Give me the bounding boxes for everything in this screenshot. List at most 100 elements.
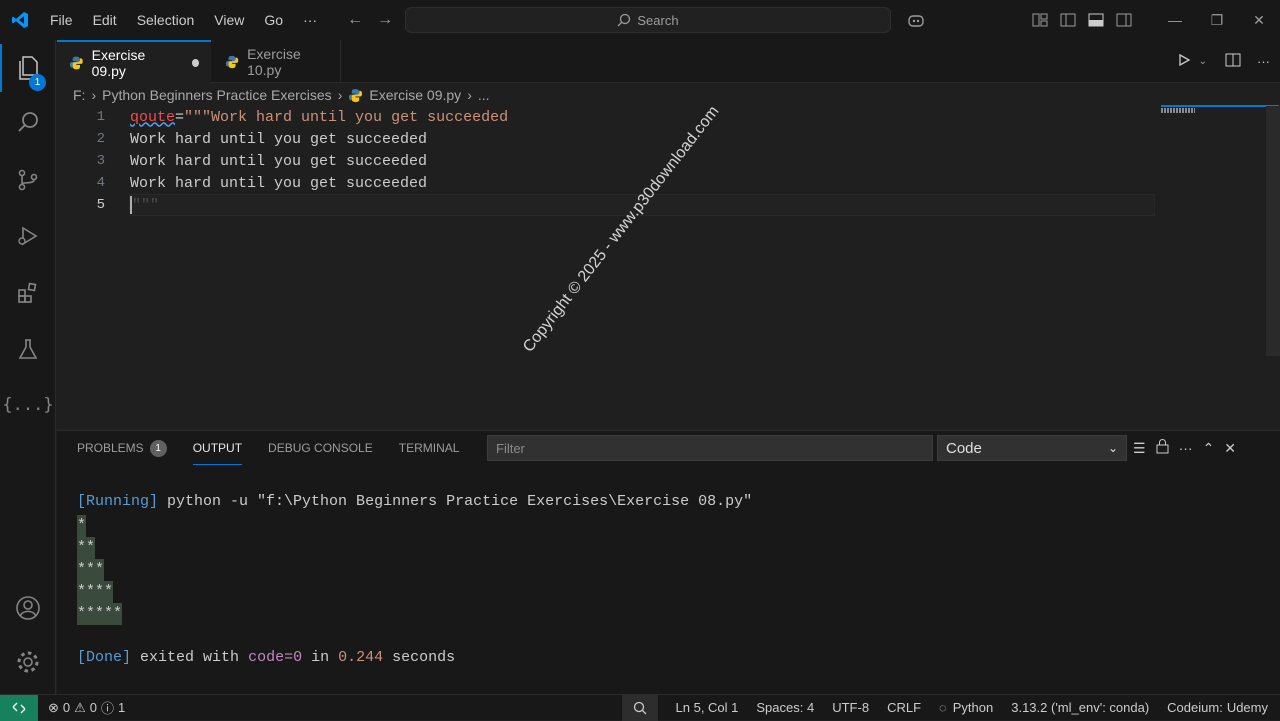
breadcrumb-folder[interactable]: Python Beginners Practice Exercises [102,87,332,103]
lock-scroll-icon[interactable] [1156,439,1169,457]
running-tag: [Running] [77,493,159,510]
json-braces-icon[interactable]: {...} [0,381,56,429]
line-number: 3 [96,153,105,169]
forward-arrow-icon[interactable]: → [377,11,393,29]
python-file-icon [69,56,83,69]
done-text: seconds [392,649,456,666]
breadcrumb-more[interactable]: ... [478,87,490,103]
minimap[interactable] [1161,108,1195,113]
loading-spinner-icon: ◌ [939,700,947,715]
maximize-icon[interactable]: ❐ [1196,0,1238,40]
panel-tab-label: TERMINAL [398,441,460,455]
breadcrumb-drive[interactable]: F: [73,87,85,103]
toggle-panel-icon[interactable] [1082,0,1110,40]
panel-tab-terminal[interactable]: TERMINAL [399,431,460,465]
tab-label: Exercise 10.py [247,45,301,78]
problems-summary[interactable]: ⊗ 0 ⚠ 0 ⓘ 1 [48,698,125,717]
code-line[interactable]: 5 """ [57,194,1157,216]
output-filter-input[interactable]: Filter [487,435,933,461]
editor-scrollbar[interactable] [1266,106,1280,356]
exit-code: code=0 [248,649,303,666]
output-line: ***** [77,603,123,625]
info-count: 1 [118,700,126,715]
minimize-icon[interactable]: — [1154,0,1196,40]
language-mode[interactable]: ◌ Python [939,700,993,715]
close-icon[interactable]: ✕ [1238,0,1280,40]
python-interpreter[interactable]: 3.13.2 ('ml_env': conda) [1011,700,1149,715]
output-channel-select[interactable]: Code ⌄ [937,435,1127,461]
menu-view[interactable]: View [204,0,254,40]
extensions-icon[interactable] [0,269,56,317]
string-token: Work hard until you get succeeded [130,130,428,148]
menu-selection[interactable]: Selection [127,0,205,40]
title-bar: File Edit Selection View Go ··· ← → Sear… [0,0,1280,40]
udemy-label: Udemy [1226,700,1268,715]
explorer-badge: 1 [29,74,46,91]
more-actions-icon[interactable]: ··· [1257,54,1270,69]
panel-actions-more-icon[interactable]: ··· [1179,440,1193,456]
cursor-position[interactable]: Ln 5, Col 1 [676,700,739,715]
explorer-icon[interactable]: 1 [0,44,56,92]
search-view-icon[interactable] [0,98,56,146]
command-center-search[interactable]: Search [405,7,891,33]
encoding[interactable]: UTF-8 [832,700,869,715]
minimap-viewport[interactable] [1161,105,1279,107]
line-number: 5 [96,197,105,213]
info-icon: ⓘ [101,701,115,716]
clear-output-icon[interactable]: ☰ [1133,440,1146,457]
copilot-icon[interactable] [896,0,936,40]
menu-more[interactable]: ··· [293,0,327,40]
close-panel-icon[interactable]: ✕ [1224,440,1236,457]
run-debug-icon[interactable] [0,212,56,260]
panel-tab-label: DEBUG CONSOLE [268,441,373,455]
tab-exercise-09[interactable]: Exercise 09.py [57,40,211,83]
bottom-panel: PROBLEMS 1 OUTPUT DEBUG CONSOLE TERMINAL… [57,430,1280,694]
output-line: ** [77,537,96,559]
code-editor[interactable]: 1 qoute="""Work hard until you get succe… [57,105,1279,426]
source-control-icon[interactable] [0,156,56,204]
warning-count: 0 [89,700,98,715]
split-editor-icon[interactable] [1225,53,1241,70]
error-count: 0 [62,700,71,715]
tab-label: Exercise 09.py [91,46,146,79]
toggle-secondary-sidebar-icon[interactable] [1110,0,1138,40]
toggle-sidebar-icon[interactable] [1054,0,1082,40]
zoom-search-icon[interactable] [621,694,658,721]
remote-indicator-icon[interactable] [0,694,38,721]
customize-layout-icon[interactable] [1026,0,1054,40]
menu-go[interactable]: Go [254,0,293,40]
account-icon[interactable] [0,584,56,632]
string-token: Work hard until you get succeeded [130,152,428,170]
line-ending[interactable]: CRLF [887,700,921,715]
unsaved-dot-icon[interactable] [191,58,199,67]
menu-edit[interactable]: Edit [83,0,127,40]
code-line[interactable]: 1 qoute="""Work hard until you get succe… [57,106,1157,128]
panel-tab-problems[interactable]: PROBLEMS 1 [77,431,167,465]
testing-flask-icon[interactable] [0,325,56,373]
codeium-status[interactable]: Codeium: Udemy [1167,700,1268,715]
python-file-icon [349,88,363,102]
search-placeholder: Search [637,12,679,28]
warning-icon: ⚠ [74,699,86,715]
panel-tab-debug-console[interactable]: DEBUG CONSOLE [268,431,373,465]
tab-exercise-10[interactable]: Exercise 10.py [213,40,341,83]
back-arrow-icon[interactable]: ← [347,11,363,29]
run-python-file-icon[interactable] [1177,53,1191,70]
done-tag: [Done] [77,649,132,666]
panel-tab-output[interactable]: OUTPUT [192,431,243,465]
line-number: 1 [96,109,105,125]
menu-file[interactable]: File [40,0,83,40]
code-line[interactable]: 4 Work hard until you get succeeded [57,172,1157,194]
maximize-panel-chevron-up-icon[interactable]: ⌃ [1203,440,1215,457]
breadcrumb-file[interactable]: Exercise 09.py [369,87,461,103]
code-line[interactable]: 2 Work hard until you get succeeded [57,128,1157,150]
breadcrumb: F: › Python Beginners Practice Exercises… [73,84,490,106]
run-dropdown-chevron-icon[interactable]: ⌄ [1199,56,1207,67]
string-token: """Work hard until you get succeeded [184,108,509,126]
output-line: *** [77,559,105,581]
settings-gear-icon[interactable] [0,638,56,686]
indentation[interactable]: Spaces: 4 [756,700,814,715]
activity-bar: 1 {...} [0,40,56,694]
output-text: * [77,515,87,537]
code-line[interactable]: 3 Work hard until you get succeeded [57,150,1157,172]
